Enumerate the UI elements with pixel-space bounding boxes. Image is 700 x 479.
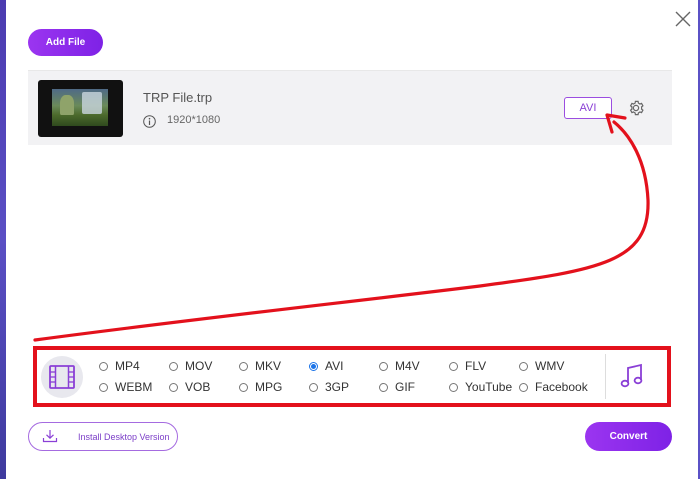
file-name: TRP File.trp: [143, 90, 213, 105]
radio-wmv[interactable]: [519, 361, 528, 371]
format-option-avi[interactable]: AVI: [309, 359, 343, 373]
close-icon[interactable]: [672, 8, 694, 30]
audio-format-tab[interactable]: [619, 362, 645, 390]
format-option-m4v[interactable]: M4V: [379, 359, 420, 373]
gear-icon[interactable]: [627, 99, 645, 117]
format-option-3gp[interactable]: 3GP: [309, 380, 349, 394]
thumbnail-image: [52, 89, 108, 126]
output-format-button[interactable]: AVI: [564, 97, 612, 119]
file-resolution: 1920*1080: [167, 114, 221, 126]
music-note-icon: [620, 363, 643, 388]
format-option-vob[interactable]: VOB: [169, 380, 210, 394]
format-label: MP4: [115, 359, 140, 373]
radio-vob[interactable]: [169, 382, 178, 392]
format-option-youtube[interactable]: YouTube: [449, 380, 512, 394]
video-thumbnail: [38, 80, 123, 137]
format-label: MOV: [185, 359, 213, 373]
format-label: M4V: [395, 359, 420, 373]
format-label: VOB: [185, 380, 211, 394]
format-label: 3GP: [325, 380, 350, 394]
format-option-mkv[interactable]: MKV: [239, 359, 281, 373]
format-option-facebook[interactable]: Facebook: [519, 380, 588, 394]
format-label: GIF: [395, 380, 415, 394]
format-label: Facebook: [535, 380, 588, 394]
format-option-flv[interactable]: FLV: [449, 359, 486, 373]
video-format-tab[interactable]: [41, 356, 83, 398]
format-label: MKV: [255, 359, 282, 373]
film-icon: [49, 365, 75, 389]
radio-mp4[interactable]: [99, 361, 108, 371]
format-label: FLV: [465, 359, 487, 373]
radio-facebook[interactable]: [519, 382, 528, 392]
radio-youtube[interactable]: [449, 382, 458, 392]
format-option-mov[interactable]: MOV: [169, 359, 212, 373]
file-row: TRP File.trp 1920*1080 AVI: [28, 71, 672, 145]
radio-avi-selected[interactable]: [309, 361, 318, 371]
format-option-mp4[interactable]: MP4: [99, 359, 140, 373]
format-label: MPG: [255, 380, 283, 394]
format-label: YouTube: [465, 380, 513, 394]
format-label: AVI: [325, 359, 344, 373]
format-option-mpg[interactable]: MPG: [239, 380, 282, 394]
format-option-wmv[interactable]: WMV: [519, 359, 564, 373]
download-icon: [42, 429, 58, 443]
format-option-gif[interactable]: GIF: [379, 380, 415, 394]
radio-webm[interactable]: [99, 382, 108, 392]
radio-mov[interactable]: [169, 361, 178, 371]
convert-button[interactable]: Convert: [585, 422, 672, 451]
install-desktop-label: Install Desktop Version: [78, 432, 170, 442]
install-desktop-button[interactable]: Install Desktop Version: [28, 422, 178, 451]
format-option-webm[interactable]: WEBM: [99, 380, 152, 394]
radio-mkv[interactable]: [239, 361, 248, 371]
radio-m4v[interactable]: [379, 361, 388, 371]
format-panel: MP4 MOV MKV AVI M4V FLV WMV WEBM VOB MPG…: [33, 346, 671, 407]
format-label: WMV: [535, 359, 565, 373]
radio-gif[interactable]: [379, 382, 388, 392]
panel-divider: [605, 354, 606, 399]
add-file-button[interactable]: Add File: [28, 29, 103, 56]
radio-flv[interactable]: [449, 361, 458, 371]
window-edge-left: [0, 0, 6, 479]
radio-mpg[interactable]: [239, 382, 248, 392]
info-icon[interactable]: [143, 115, 156, 128]
format-label: WEBM: [115, 380, 153, 394]
radio-3gp[interactable]: [309, 382, 318, 392]
